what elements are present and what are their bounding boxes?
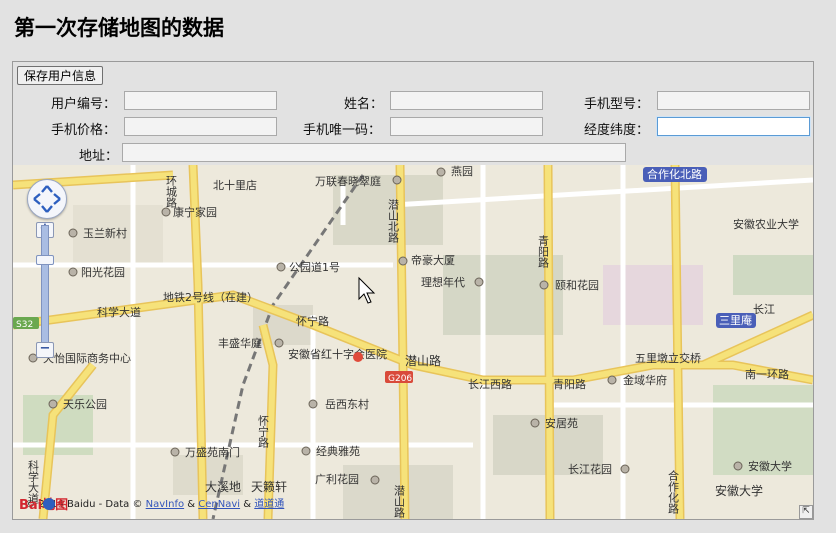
phone-model-input[interactable] xyxy=(657,91,810,110)
phone-uid-input[interactable] xyxy=(390,117,543,136)
phone-uid-label: 手机唯一码： xyxy=(303,123,382,138)
place-daxidi: 大溪地 xyxy=(205,480,241,494)
name-label: 姓名： xyxy=(344,97,384,112)
zoom-out-button[interactable]: − xyxy=(36,342,54,358)
road-s32: S32 xyxy=(16,320,33,330)
road-sanliyan: 三里庵 xyxy=(719,313,752,327)
place-nanyihuan: 南一环路 xyxy=(745,368,789,381)
lnglat-input[interactable] xyxy=(657,117,810,136)
road-qianshanlu: 潜山路 xyxy=(393,484,406,519)
address-label: 地址： xyxy=(79,149,119,164)
place-yangguanghuayuan: 阳光花园 xyxy=(81,265,125,279)
zoom-track[interactable] xyxy=(41,225,49,350)
place-huainingroad: 怀宁路 xyxy=(296,314,329,328)
place-internationalbiz: 天怡国际商务中心 xyxy=(43,351,131,365)
road-huanroad: 环城路 xyxy=(165,175,178,209)
place-beishidian: 北十里店 xyxy=(213,178,257,192)
place-qianshanroad: 潜山路 xyxy=(405,353,441,368)
map-view[interactable]: 北十里店 康宁家园 玉兰新村 阳光花园 科学大道 地铁2号线（在建） 怀宁路 丰… xyxy=(13,165,813,519)
road-hezuohua: 合作化路 xyxy=(667,469,680,515)
place-kangningjiayuan: 康宁家园 xyxy=(173,205,217,219)
place-tianlaixuan: 天籁轩 xyxy=(251,479,287,494)
map-canvas[interactable]: 北十里店 康宁家园 玉兰新村 阳光花园 科学大道 地铁2号线（在建） 怀宁路 丰… xyxy=(13,165,813,519)
user-id-label: 用户编号： xyxy=(51,97,117,112)
place-wuliduiwenjiao: 五里墩立交桥 xyxy=(635,351,701,365)
road-hezuohuabei: 合作化北路 xyxy=(647,167,702,181)
save-user-button[interactable]: 保存用户信息 xyxy=(17,66,104,85)
pan-control[interactable] xyxy=(27,179,67,219)
amp-2: & xyxy=(243,499,252,510)
pan-arrows-icon xyxy=(33,185,61,213)
place-yanyuan: 燕园 xyxy=(451,165,473,178)
place-hongshizihospital: 安徽省红十字会医院 xyxy=(288,347,387,361)
place-yulanxincun: 玉兰新村 xyxy=(83,226,127,240)
place-ditie2: 地铁2号线（在建） xyxy=(163,290,258,304)
phone-price-input[interactable] xyxy=(124,117,277,136)
place-dihaodasha: 帝豪大厦 xyxy=(411,253,455,267)
overview-toggle-icon[interactable]: ⇱ xyxy=(799,505,813,519)
place-fengshenghuating: 丰盛华庭 xyxy=(218,336,262,350)
daodaotong-link[interactable]: 道道通 xyxy=(254,499,284,510)
place-wanshengyuannanmen: 万盛苑南门 xyxy=(185,445,240,459)
place-anhuiuniv: 安徽大学 xyxy=(748,459,792,473)
place-changjianghuayuan: 长江花园 xyxy=(568,463,612,476)
place-tianlepark: 天乐公园 xyxy=(63,398,107,411)
place-yuexidongcun: 岳西东村 xyxy=(325,397,369,411)
place-jinyuhuafu: 金域华府 xyxy=(623,373,667,387)
amp-1: & xyxy=(187,499,196,510)
road-qingyanglu: 青阳路 xyxy=(537,235,550,269)
place-kexuedadao: 科学大道 xyxy=(97,305,141,319)
zoom-slider-handle[interactable] xyxy=(36,255,54,265)
road-qianshanbeilu: 潜山北路 xyxy=(387,198,400,244)
user-id-input[interactable] xyxy=(124,91,277,110)
place-lixiangniandai: 理想年代 xyxy=(421,275,465,289)
page-title: 第一次存储地图的数据 xyxy=(14,15,224,40)
road-g206: G206 xyxy=(388,374,412,384)
navinfo-link[interactable]: NavInfo xyxy=(146,499,184,510)
form-panel: 保存用户信息 用户编号： 姓名： 手机型号： 手机价格： 手机唯一码： 经度纬度… xyxy=(12,61,814,520)
place-changjiang2: 长江 xyxy=(753,303,775,316)
lnglat-label: 经度纬度： xyxy=(584,123,650,138)
place-jingdianyayuan: 经典雅苑 xyxy=(316,444,360,458)
cennavi-link[interactable]: CenNavi xyxy=(198,499,240,510)
map-copyright: Bai地图 © 2014 Baidu - Data © NavInfo & Ce… xyxy=(19,495,284,513)
place-anhuiagri: 安徽农业大学 xyxy=(733,217,799,231)
place-anjuyuan: 安居苑 xyxy=(545,416,578,430)
place-guanglihuayuan: 广利花园 xyxy=(315,473,359,486)
place-wanlian: 万联春晓翠庭 xyxy=(315,174,381,188)
place-anhuiuniv2: 安徽大学 xyxy=(715,483,763,498)
place-yihehuayuan: 颐和花园 xyxy=(555,279,599,292)
phone-model-label: 手机型号： xyxy=(584,97,650,112)
place-qingyangroad: 青阳路 xyxy=(553,378,586,391)
road-huaining: 怀宁路 xyxy=(257,415,270,449)
phone-price-label: 手机价格： xyxy=(51,123,117,138)
place-changjiangwest: 长江西路 xyxy=(468,378,512,391)
place-gongyuandao: 公园道1号 xyxy=(289,260,340,274)
address-input[interactable] xyxy=(122,143,626,162)
name-input[interactable] xyxy=(390,91,543,110)
